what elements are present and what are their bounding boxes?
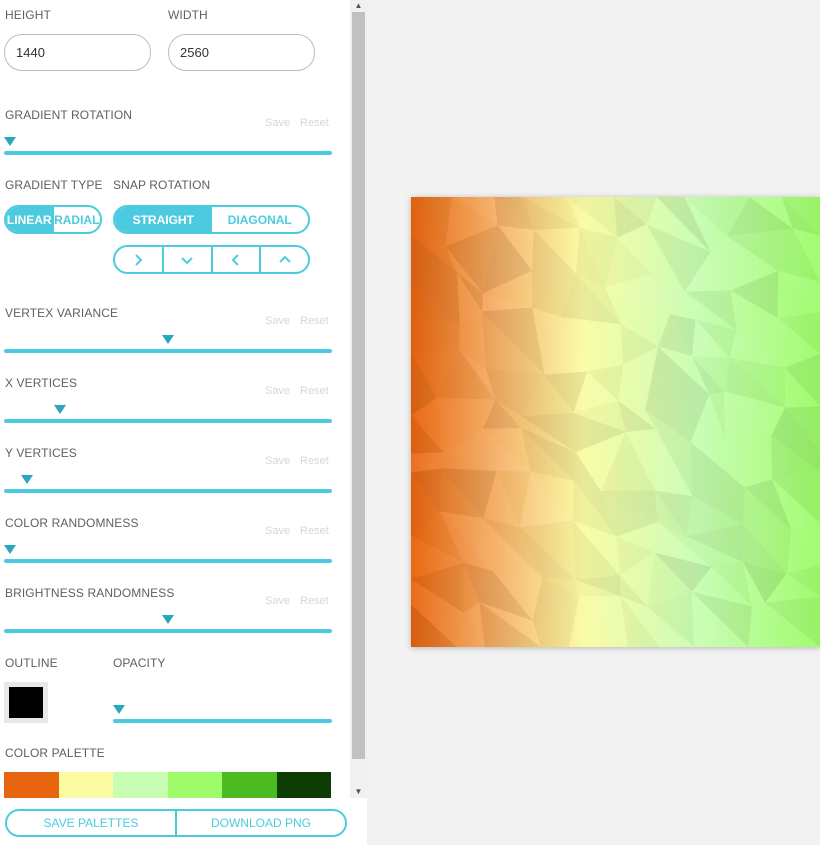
snap-rotation-straight[interactable]: STRAIGHT [115, 207, 212, 232]
chevron-down-icon [181, 256, 193, 264]
height-input[interactable]: 1440 [4, 34, 151, 71]
gradient-rotation-label: GRADIENT ROTATION [5, 108, 133, 122]
scroll-down-icon[interactable]: ▼ [350, 786, 367, 798]
color-randomness-reset[interactable]: Reset [300, 525, 329, 537]
palette-color-4[interactable] [167, 772, 222, 798]
palette-color-1[interactable] [4, 772, 59, 798]
save-palettes-button[interactable]: SAVE PALETTES [7, 811, 177, 835]
settings-panel: HEIGHT WIDTH 1440 2560 GRADIENT ROTATION… [0, 0, 350, 845]
scrollbar-thumb[interactable] [352, 12, 365, 759]
vertex-variance-save[interactable]: Save [265, 315, 290, 327]
download-png-button[interactable]: DOWNLOAD PNG [177, 811, 345, 835]
outline-label: OUTLINE [5, 656, 58, 670]
gradient-rotation-thumb[interactable] [4, 137, 16, 146]
brightness-randomness-reset[interactable]: Reset [300, 595, 329, 607]
color-randomness-thumb[interactable] [4, 545, 16, 554]
snap-down-button[interactable] [164, 247, 213, 272]
snap-direction-buttons [113, 245, 310, 274]
gradient-type-toggle: LINEAR RADIAL [4, 205, 102, 234]
x-vertices-reset[interactable]: Reset [300, 385, 329, 397]
height-label: HEIGHT [5, 8, 51, 22]
snap-rotation-label: SNAP ROTATION [113, 178, 211, 192]
x-vertices-save[interactable]: Save [265, 385, 290, 397]
x-vertices-label: X VERTICES [5, 376, 78, 390]
gradient-rotation-slider[interactable] [4, 151, 332, 155]
palette-color-6[interactable] [276, 772, 331, 798]
x-vertices-thumb[interactable] [54, 405, 66, 414]
vertex-variance-label: VERTEX VARIANCE [5, 306, 119, 320]
width-input[interactable]: 2560 [168, 34, 315, 71]
palette-color-2[interactable] [58, 772, 113, 798]
vertex-variance-reset[interactable]: Reset [300, 315, 329, 327]
gradient-type-linear[interactable]: LINEAR [6, 207, 53, 232]
chevron-right-icon [135, 253, 143, 266]
color-palette-label: COLOR PALETTE [5, 746, 105, 760]
color-palette [4, 772, 331, 798]
gradient-type-radial[interactable]: RADIAL [52, 207, 101, 232]
low-poly-preview [411, 197, 820, 647]
palette-color-5[interactable] [222, 772, 277, 798]
gradient-rotation-reset[interactable]: Reset [300, 117, 329, 129]
outline-color-swatch [9, 687, 43, 718]
brightness-randomness-slider[interactable] [4, 629, 332, 633]
snap-up-button[interactable] [261, 247, 308, 272]
opacity-label: OPACITY [113, 656, 166, 670]
scroll-up-icon[interactable]: ▲ [350, 0, 367, 12]
snap-right-button[interactable] [115, 247, 164, 272]
y-vertices-slider[interactable] [4, 489, 332, 493]
vertex-variance-thumb[interactable] [162, 335, 174, 344]
chevron-left-icon [231, 253, 239, 266]
brightness-randomness-thumb[interactable] [162, 615, 174, 624]
preview-canvas [411, 197, 820, 647]
brightness-randomness-label: BRIGHTNESS RANDOMNESS [5, 586, 175, 600]
palette-color-3[interactable] [113, 772, 168, 798]
chevron-up-icon [278, 255, 291, 263]
panel-scrollbar[interactable]: ▲ ▼ [350, 0, 367, 798]
color-randomness-slider[interactable] [4, 559, 332, 563]
snap-rotation-toggle: STRAIGHT DIAGONAL [113, 205, 310, 234]
action-buttons: SAVE PALETTES DOWNLOAD PNG [5, 809, 347, 837]
outline-color-picker[interactable] [4, 682, 48, 723]
preview-facets [411, 197, 820, 647]
vertex-variance-slider[interactable] [4, 349, 332, 353]
y-vertices-label: Y VERTICES [5, 446, 77, 460]
y-vertices-reset[interactable]: Reset [300, 455, 329, 467]
brightness-randomness-save[interactable]: Save [265, 595, 290, 607]
gradient-type-label: GRADIENT TYPE [5, 178, 103, 192]
opacity-thumb[interactable] [113, 705, 125, 714]
snap-rotation-diagonal[interactable]: DIAGONAL [212, 207, 309, 232]
snap-left-button[interactable] [213, 247, 262, 272]
y-vertices-thumb[interactable] [21, 475, 33, 484]
width-label: WIDTH [168, 8, 208, 22]
color-randomness-label: COLOR RANDOMNESS [5, 516, 139, 530]
color-randomness-save[interactable]: Save [265, 525, 290, 537]
x-vertices-slider[interactable] [4, 419, 332, 423]
y-vertices-save[interactable]: Save [265, 455, 290, 467]
opacity-slider[interactable] [113, 719, 332, 723]
gradient-rotation-save[interactable]: Save [265, 117, 290, 129]
